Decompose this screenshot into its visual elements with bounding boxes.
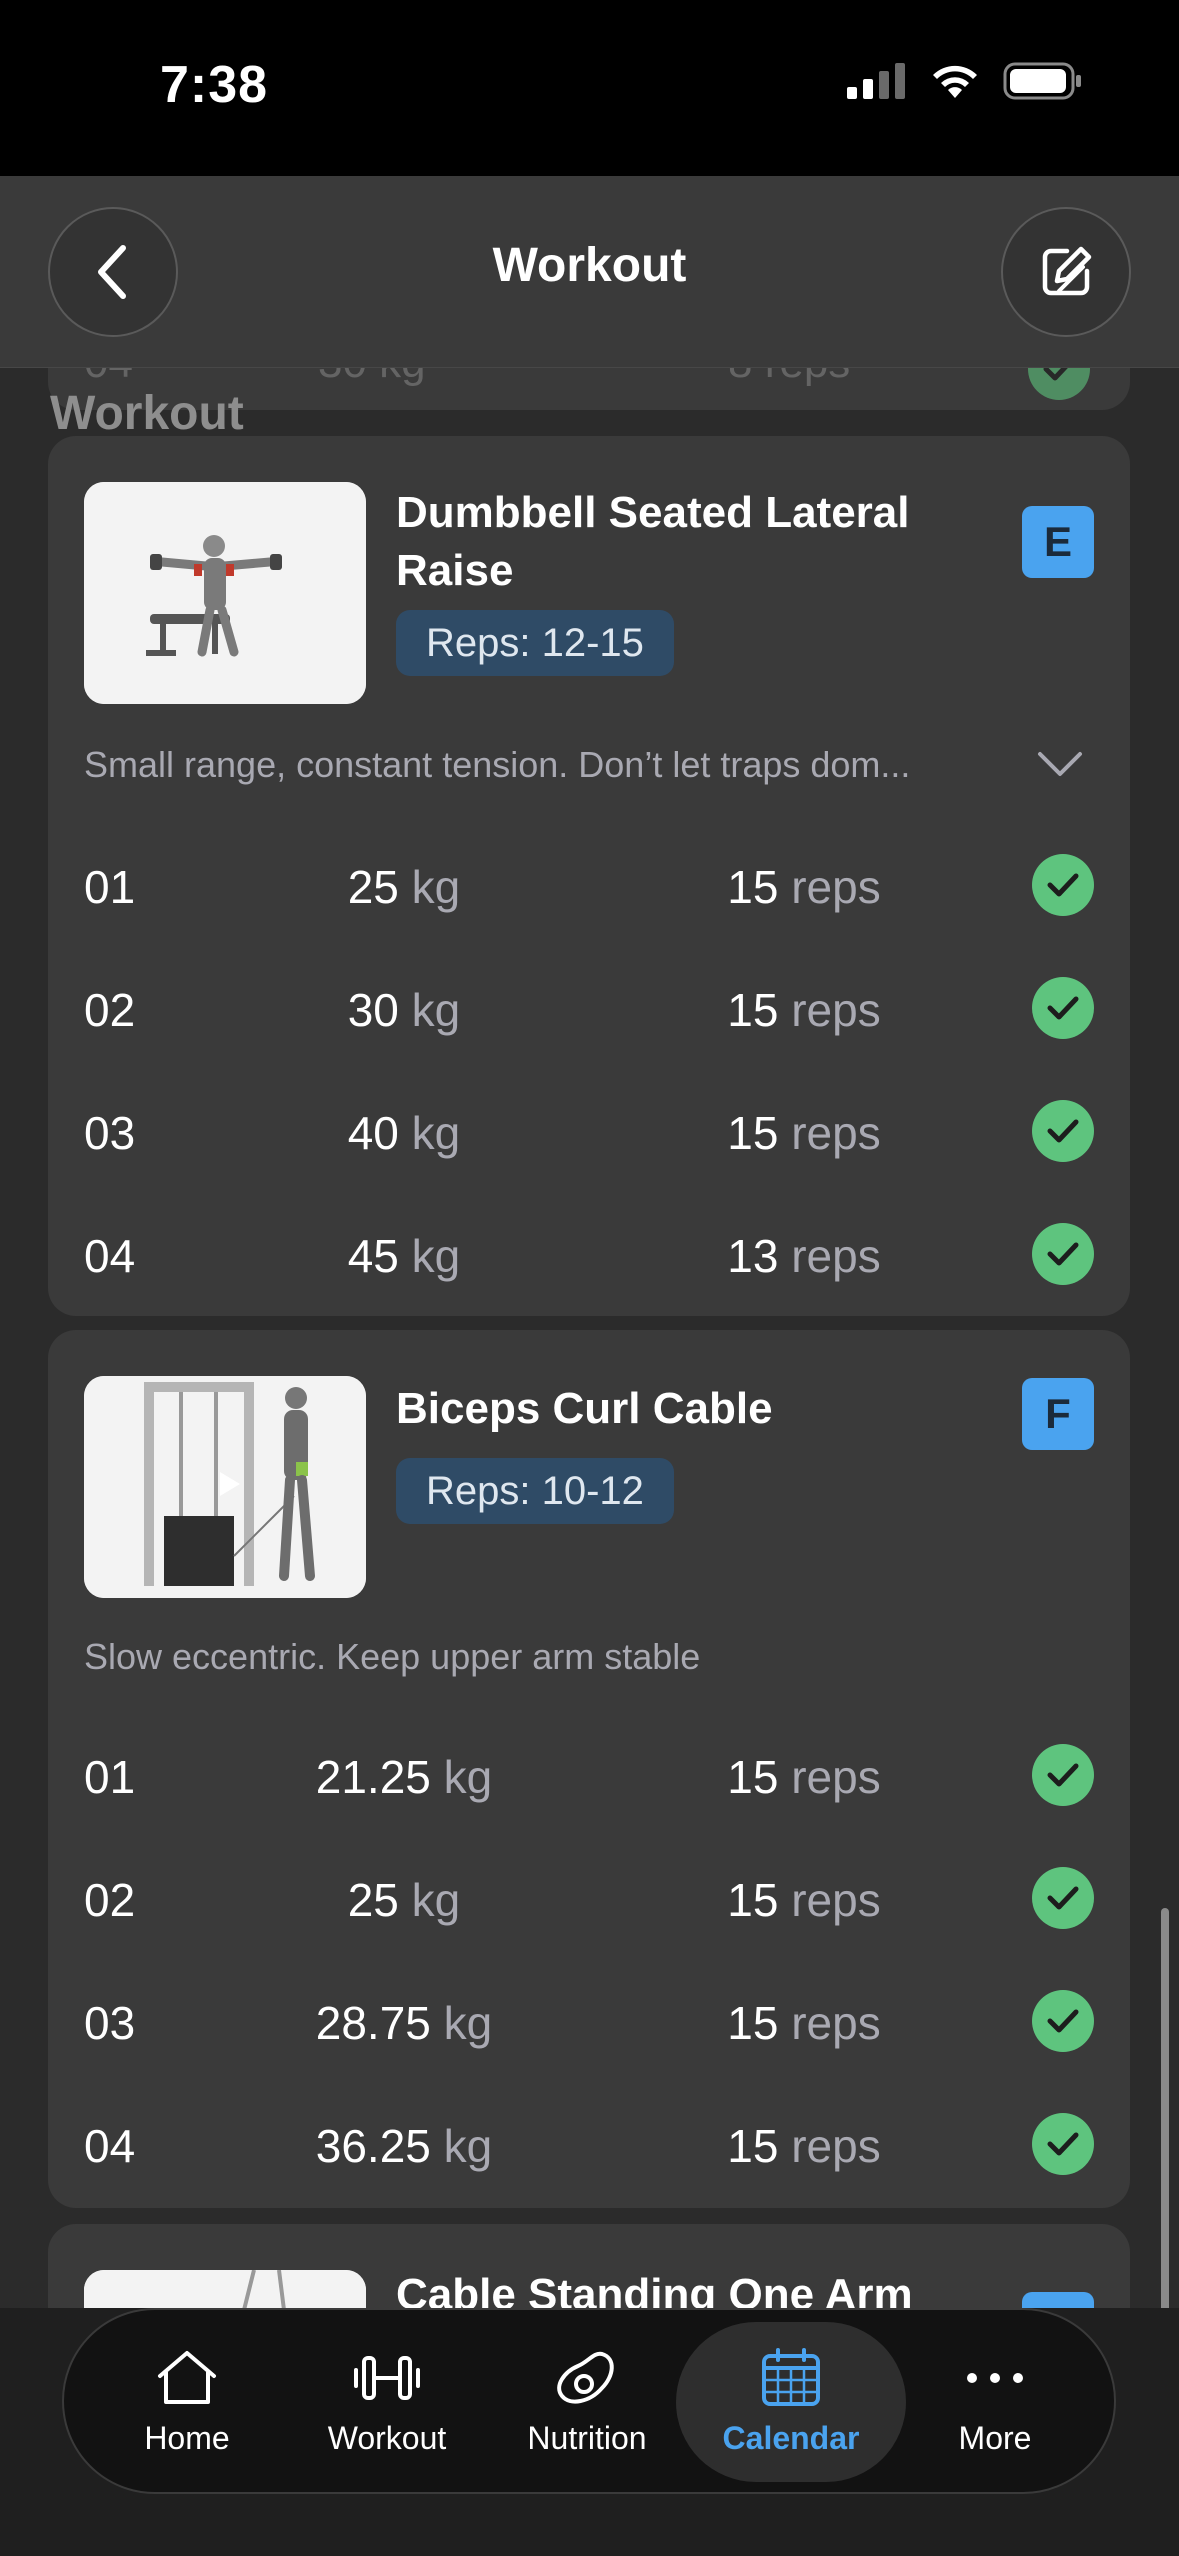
tab-home[interactable]: Home — [72, 2322, 302, 2482]
set-row[interactable]: 02 25 kg 15 reps — [84, 1859, 1094, 1939]
edit-icon — [1042, 246, 1092, 296]
tab-calendar[interactable]: Calendar — [676, 2322, 906, 2482]
set-row[interactable]: 04 45 kg 13 reps — [84, 1215, 1094, 1295]
lateral-raise-figure-icon — [84, 482, 366, 704]
superset-letter-badge — [1022, 2292, 1094, 2308]
tab-more[interactable]: More — [880, 2322, 1110, 2482]
exercise-note: Small range, constant tension. Don’t let… — [84, 744, 911, 785]
set-number: 01 — [84, 1751, 136, 1803]
superset-letter-badge: F — [1022, 1378, 1094, 1450]
set-row[interactable]: 02 30 kg 15 reps — [84, 969, 1094, 1049]
set-weight[interactable]: 45 kg — [284, 1229, 524, 1283]
tab-workout[interactable]: Workout — [272, 2322, 502, 2482]
dumbbell-icon — [354, 2355, 420, 2400]
more-dots-icon — [967, 2372, 1023, 2383]
home-icon — [158, 2350, 216, 2404]
set-row[interactable]: 03 40 kg 15 reps — [84, 1092, 1094, 1172]
tab-bar: Home Workout Nutrition Calendar More — [62, 2308, 1116, 2494]
exercise-card[interactable]: Dumbbell Seated Lateral Raise Reps: 12-1… — [48, 436, 1130, 1316]
set-reps[interactable]: 13 reps — [684, 1229, 924, 1283]
set-weight[interactable]: 21.25 kg — [284, 1750, 524, 1804]
avocado-icon — [557, 2351, 614, 2404]
set-reps: 8 reps — [728, 368, 850, 388]
exercise-card[interactable]: Cable Standing One Arm — [48, 2224, 1130, 2308]
set-number: 04 — [84, 368, 133, 388]
set-number: 03 — [84, 1997, 136, 2049]
tab-label: More — [958, 2419, 1032, 2456]
set-number: 02 — [84, 1874, 136, 1926]
tab-nutrition[interactable]: Nutrition — [472, 2322, 702, 2482]
scrollbar[interactable] — [1161, 1908, 1169, 2308]
set-reps[interactable]: 15 reps — [684, 983, 924, 1037]
edit-button[interactable] — [1001, 207, 1131, 337]
exercise-note: Slow eccentric. Keep upper arm stable — [84, 1636, 701, 1677]
set-weight[interactable]: 28.75 kg — [284, 1996, 524, 2050]
calendar-icon — [762, 2347, 820, 2406]
set-complete-check-icon[interactable] — [1032, 2113, 1094, 2175]
exercise-thumbnail[interactable] — [84, 482, 366, 704]
tab-label: Workout — [327, 2419, 447, 2456]
exercise-thumbnail[interactable] — [84, 1376, 366, 1598]
set-weight[interactable]: 25 kg — [284, 1873, 524, 1927]
set-reps[interactable]: 15 reps — [684, 1750, 924, 1804]
reps-target-pill: Reps: 10-12 — [396, 1458, 674, 1524]
wifi-icon — [933, 65, 977, 98]
status-icons — [847, 62, 1083, 100]
tab-label: Nutrition — [527, 2419, 647, 2456]
set-reps[interactable]: 15 reps — [684, 1996, 924, 2050]
set-weight[interactable]: 30 kg — [284, 983, 524, 1037]
exercise-card[interactable]: Biceps Curl Cable Reps: 10-12 F Slow ecc… — [48, 1330, 1130, 2208]
superset-letter-badge: E — [1022, 506, 1094, 578]
exercise-thumbnail[interactable] — [84, 2270, 366, 2308]
set-number: 02 — [84, 984, 136, 1036]
bottom-bar: Home Workout Nutrition Calendar More — [0, 2308, 1179, 2556]
set-weight: 30 kg — [318, 368, 426, 388]
cellular-signal-icon — [847, 63, 905, 99]
reps-target-pill: Reps: 12-15 — [396, 610, 674, 676]
section-heading: Workout — [50, 387, 244, 440]
set-reps[interactable]: 15 reps — [684, 1873, 924, 1927]
set-weight[interactable]: 36.25 kg — [284, 2119, 524, 2173]
set-row[interactable]: 01 25 kg 15 reps — [84, 846, 1094, 926]
set-weight[interactable]: 40 kg — [284, 1106, 524, 1160]
set-weight[interactable]: 25 kg — [284, 860, 524, 914]
chevron-down-icon[interactable] — [1036, 748, 1084, 783]
set-reps[interactable]: 15 reps — [684, 2119, 924, 2173]
set-reps[interactable]: 15 reps — [684, 860, 924, 914]
set-number: 01 — [84, 861, 136, 913]
set-complete-check-icon[interactable] — [1032, 1990, 1094, 2052]
set-complete-check-icon[interactable] — [1028, 368, 1090, 400]
tab-label: Calendar — [722, 2419, 860, 2456]
nav-header: Workout — [0, 176, 1179, 368]
set-complete-check-icon[interactable] — [1032, 1867, 1094, 1929]
exercise-name: Biceps Curl Cable — [396, 1384, 773, 1433]
set-complete-check-icon[interactable] — [1032, 854, 1094, 916]
battery-icon — [1003, 62, 1081, 100]
set-number: 04 — [84, 1230, 136, 1282]
cable-machine-icon — [84, 2270, 366, 2308]
status-bar: 7:38 — [0, 0, 1179, 176]
set-row[interactable]: 03 28.75 kg 15 reps — [84, 1982, 1094, 2062]
exercise-name: Dumbbell Seated Lateral Raise — [396, 488, 910, 595]
set-reps[interactable]: 15 reps — [684, 1106, 924, 1160]
set-complete-check-icon[interactable] — [1032, 1223, 1094, 1285]
set-row[interactable]: 04 36.25 kg 15 reps — [84, 2105, 1094, 2185]
status-time: 7:38 — [160, 56, 269, 114]
tab-label: Home — [144, 2419, 230, 2456]
set-complete-check-icon[interactable] — [1032, 977, 1094, 1039]
set-complete-check-icon[interactable] — [1032, 1100, 1094, 1162]
set-row[interactable]: 01 21.25 kg 15 reps — [84, 1736, 1094, 1816]
set-complete-check-icon[interactable] — [1032, 1744, 1094, 1806]
cable-curl-figure-icon — [84, 1376, 366, 1598]
set-number: 03 — [84, 1107, 136, 1159]
workout-list[interactable]: 04 30 kg 8 reps Workout — [0, 368, 1179, 2308]
exercise-name: Cable Standing One Arm — [396, 2270, 913, 2308]
set-number: 04 — [84, 2120, 136, 2172]
